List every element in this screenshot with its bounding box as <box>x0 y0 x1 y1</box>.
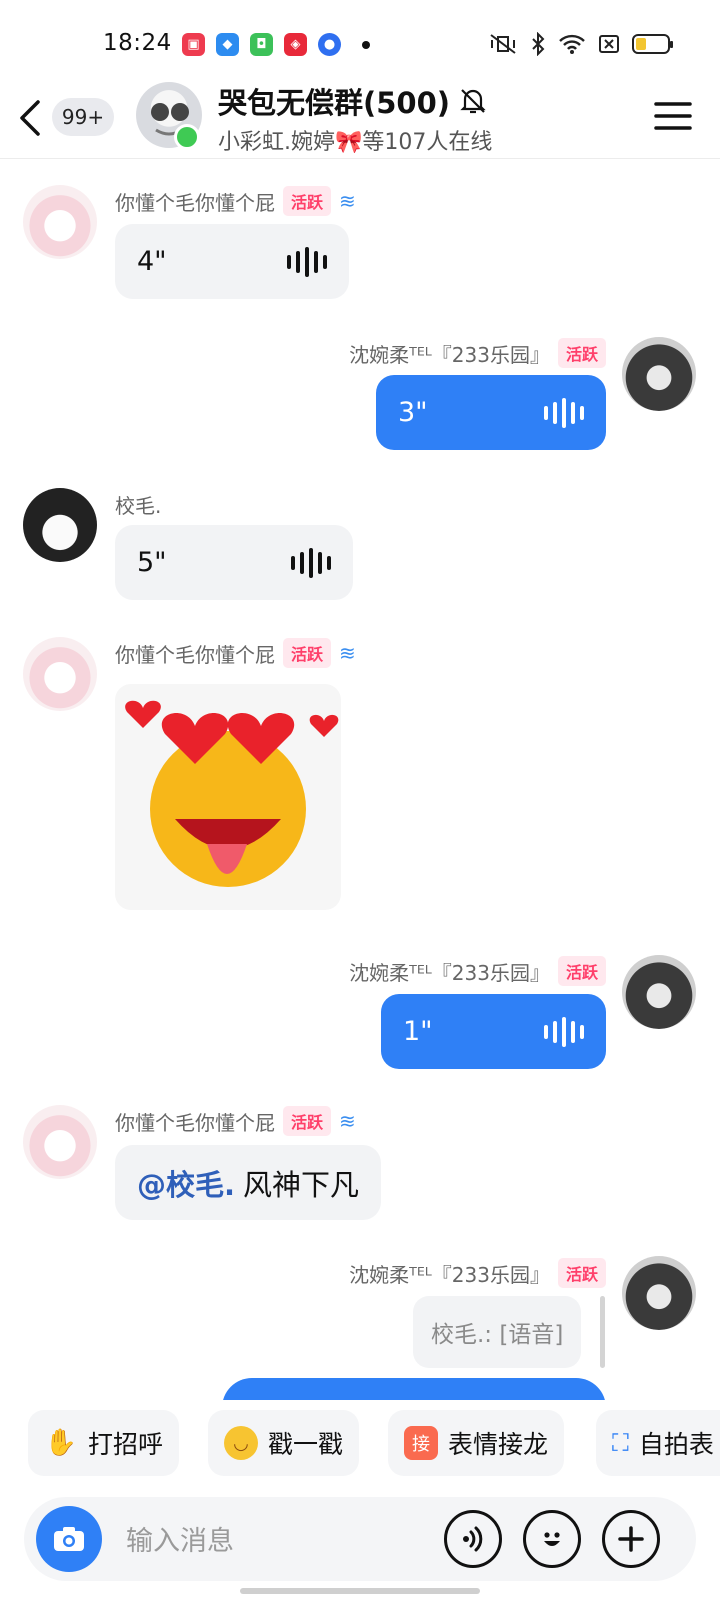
sender-name-row: 沈婉柔ᵀᴱᴸ『233乐园』 活跃 <box>349 1258 606 1288</box>
message-text: 风神下凡 <box>243 1167 360 1202</box>
sender-name-row: 你懂个毛你懂个屁 活跃 ≋ <box>115 1106 356 1136</box>
quoted-message[interactable]: 校毛.: [语音] <box>413 1296 582 1368</box>
voice-duration: 3" <box>398 397 428 428</box>
feather-app-icon: ◆ <box>216 33 239 56</box>
sender-name: 沈婉柔ᵀᴱᴸ『233乐园』 <box>349 342 550 367</box>
my-avatar[interactable] <box>622 1256 696 1330</box>
sender-avatar[interactable] <box>23 488 97 562</box>
mention-link[interactable]: @校毛. <box>137 1162 235 1204</box>
my-avatar[interactable] <box>622 955 696 1029</box>
quick-action-poke[interactable]: ◡ 戳一戳 <box>208 1410 360 1476</box>
relay-icon: 接 <box>404 1426 438 1460</box>
wave-badge-icon: ≋ <box>339 1109 356 1133</box>
voice-icon <box>463 1526 483 1552</box>
quick-action-selfie[interactable]: ⛶ 自拍表 <box>596 1410 720 1476</box>
sender-avatar[interactable] <box>23 637 97 711</box>
voice-duration: 4" <box>137 246 167 277</box>
active-badge: 活跃 <box>557 956 606 986</box>
quick-action-label: 戳一戳 <box>268 1430 344 1459</box>
sender-name: 你懂个毛你懂个屁 <box>115 1110 275 1135</box>
sender-name: 沈婉柔ᵀᴱᴸ『233乐园』 <box>349 1262 550 1287</box>
emoji-sticker[interactable] <box>115 684 341 910</box>
camera-button[interactable] <box>36 1506 102 1572</box>
sender-name-row: 你懂个毛你懂个屁 活跃 ≋ <box>115 638 356 668</box>
sender-name-row: 沈婉柔ᵀᴱᴸ『233乐园』 活跃 <box>349 338 606 368</box>
paw-app-icon: ● <box>318 33 341 56</box>
more-notifications-dot <box>362 40 370 49</box>
my-avatar[interactable] <box>622 337 696 411</box>
emoji-button[interactable] <box>523 1510 581 1568</box>
voice-message-bubble[interactable]: 3" <box>376 375 606 450</box>
quick-action-label: 自拍表 <box>638 1430 714 1459</box>
quick-action-label: 打招呼 <box>88 1430 164 1459</box>
menu-icon[interactable] <box>654 100 692 132</box>
camera-icon <box>54 1527 84 1551</box>
quick-action-label: 表情接龙 <box>448 1430 549 1459</box>
online-members-text: 小彩虹.婉婷🎀等107人在线 <box>218 130 493 155</box>
no-sim-icon <box>599 35 619 53</box>
active-badge: 活跃 <box>283 638 332 668</box>
video-app-icon: ▣ <box>182 33 205 56</box>
wave-badge-icon: ≋ <box>339 641 356 665</box>
status-time: 18:24 <box>103 30 172 56</box>
mute-vibrate-icon <box>490 34 516 54</box>
system-icons <box>488 32 673 56</box>
smiley-icon <box>544 1532 560 1546</box>
sender-name-row: 你懂个毛你懂个屁 活跃 ≋ <box>115 186 356 216</box>
notification-icons: ▣ ◆ ◘ ◈ ● <box>182 33 370 56</box>
online-status-dot <box>174 124 200 150</box>
voice-message-bubble[interactable]: 4" <box>115 224 349 299</box>
shop-app-icon: ◘ <box>250 33 273 56</box>
sender-name: 沈婉柔ᵀᴱᴸ『233乐园』 <box>349 960 550 985</box>
voice-duration: 1" <box>403 1016 433 1047</box>
voice-wave-icon <box>291 547 331 578</box>
active-badge: 活跃 <box>283 186 332 216</box>
bluetooth-icon <box>532 32 545 56</box>
wifi-icon <box>559 34 585 54</box>
sender-name-row: 校毛. <box>115 490 161 519</box>
back-arrow-icon[interactable] <box>16 98 44 138</box>
active-badge: 活跃 <box>557 1258 606 1288</box>
voice-wave-icon <box>544 397 584 428</box>
sender-name-row: 沈婉柔ᵀᴱᴸ『233乐园』 活跃 <box>349 956 606 986</box>
sender-name: 校毛. <box>115 494 162 518</box>
sender-avatar[interactable] <box>23 1105 97 1179</box>
sender-avatar[interactable] <box>23 185 97 259</box>
sender-name: 你懂个毛你懂个屁 <box>115 190 275 215</box>
group-title-row[interactable]: 哭包无偿群(500) <box>218 80 486 122</box>
quick-action-emoji-relay[interactable]: 接 表情接龙 <box>388 1410 565 1476</box>
quick-action-strip: ✋ 打招呼 ◡ 戳一戳 接 表情接龙 ⛶ 自拍表 <box>0 1400 720 1490</box>
more-button[interactable] <box>602 1510 660 1568</box>
unread-count-badge[interactable]: 99+ <box>52 98 114 136</box>
voice-message-bubble[interactable]: 5" <box>115 525 353 600</box>
battery-icon <box>632 34 673 54</box>
wave-badge-icon: ≋ <box>339 189 356 213</box>
wave-hand-icon: ✋ <box>44 1428 78 1458</box>
text-message-bubble[interactable]: @校毛. 风神下凡 <box>115 1145 382 1220</box>
voice-message-bubble[interactable]: 1" <box>381 994 606 1069</box>
home-indicator[interactable] <box>240 1588 480 1594</box>
active-badge: 活跃 <box>557 338 606 368</box>
smirk-face-icon: ◡ <box>224 1426 258 1460</box>
quick-action-greet[interactable]: ✋ 打招呼 <box>28 1410 180 1476</box>
chat-header: 99+ 哭包无偿群(500) 小彩虹.婉婷🎀等107人在线 <box>0 76 720 159</box>
active-badge: 活跃 <box>283 1106 332 1136</box>
message-input[interactable]: 输入消息 <box>126 1519 234 1558</box>
voice-wave-icon <box>544 1016 584 1047</box>
quote-bar <box>600 1296 605 1368</box>
gift-app-icon: ◈ <box>284 33 307 56</box>
muted-bell-icon <box>460 89 486 114</box>
face-scan-icon: ⛶ <box>612 1429 629 1457</box>
plus-icon <box>618 1526 644 1552</box>
message-input-bar: 输入消息 <box>24 1497 696 1581</box>
voice-input-button[interactable] <box>444 1510 502 1568</box>
voice-wave-icon <box>287 246 327 277</box>
sender-name: 你懂个毛你懂个屁 <box>115 642 275 667</box>
group-title: 哭包无偿群(500) <box>218 86 451 120</box>
voice-duration: 5" <box>137 547 167 578</box>
